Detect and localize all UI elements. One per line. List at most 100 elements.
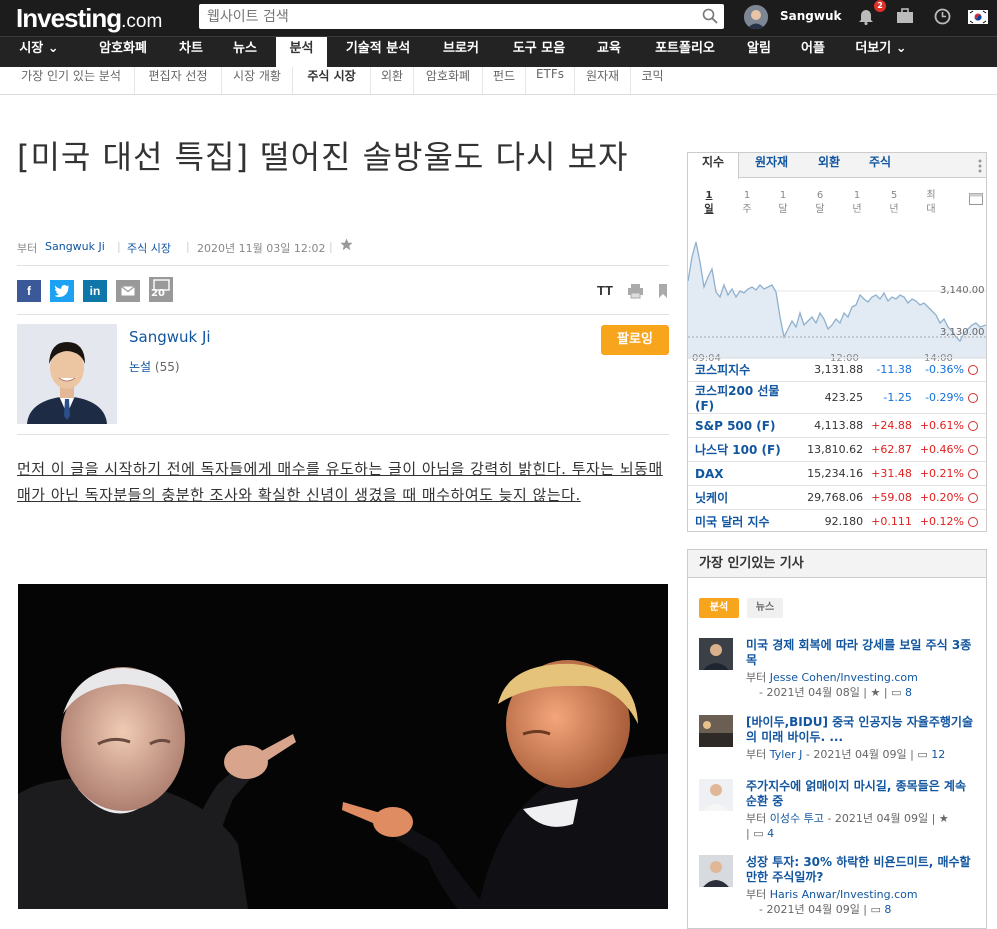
nav-brokers[interactable]: 브로커 [431,37,491,68]
subnav-funds[interactable]: 펀드 [483,67,526,94]
period-1y[interactable]: 1년 [848,189,866,217]
username[interactable]: Sangwuk [780,9,841,23]
index-row[interactable]: S&P 500 (F) 4,113.88 +24.88 +0.61% [688,413,986,438]
nav-tools[interactable]: 도구 모음 [503,37,575,68]
tab-forex[interactable]: 외환 [809,153,849,178]
logo[interactable]: Investing.com [16,3,162,34]
index-name[interactable]: 미국 달러 지수 [688,509,804,534]
more-options-icon[interactable] [978,158,982,177]
nav-analysis[interactable]: 분석 [276,37,327,68]
follow-button[interactable]: 팔로잉 [601,325,669,355]
subnav-comics[interactable]: 코믹 [631,67,674,94]
clock-icon[interactable] [934,8,951,29]
clock-icon [968,365,978,375]
search-box[interactable] [199,4,724,29]
subnav-market-overview[interactable]: 시장 개황 [222,67,293,94]
expand-chart-icon[interactable] [969,190,983,209]
index-row[interactable]: 미국 달러 지수 92.180 +0.111 +0.12% [688,509,986,534]
index-name[interactable]: S&P 500 (F) [688,413,804,438]
category-link[interactable]: 주식 시장 [127,242,171,255]
nav-news[interactable]: 뉴스 [222,37,268,68]
article-author[interactable]: Jesse Cohen/Investing.com [770,671,918,684]
subnav-commodities[interactable]: 원자재 [575,67,631,94]
article-thumbnail[interactable] [699,855,733,887]
comment-count[interactable]: 12 [931,748,945,761]
article-title: [미국 대선 특집] 떨어진 솔방울도 다시 보자 [17,138,629,176]
comment-count[interactable]: 8 [884,903,891,916]
avatar[interactable] [744,5,768,29]
article-title-link[interactable]: [바이두,BIDU] 중국 인공지능 자율주행기술의 미래 바이두. ... [746,715,978,745]
article-author[interactable]: 이성수 투고 [770,812,824,825]
font-size-toggle[interactable]: TT [597,283,613,298]
nav-technical[interactable]: 기술적 분석 [335,37,421,68]
article-thumbnail[interactable] [699,715,733,747]
author-photo[interactable] [17,324,117,424]
index-name[interactable]: 나스닥 100 (F) [688,437,804,462]
linkedin-icon[interactable]: in [83,280,107,302]
nav-portfolio[interactable]: 포트폴리오 [641,37,729,68]
nav-education[interactable]: 교육 [588,37,630,68]
period-1w[interactable]: 1주 [738,189,756,217]
index-name[interactable]: 닛케이 [688,485,804,510]
index-value: 29,768.06 [803,485,868,510]
print-icon[interactable] [627,283,644,303]
author-posts[interactable]: 논설 (55) [129,358,180,375]
period-1d[interactable]: 1일 [700,189,718,217]
author-name[interactable]: Sangwuk Ji [129,328,211,346]
twitter-icon[interactable] [50,280,74,302]
nav-alerts[interactable]: 알림 [739,37,779,68]
star-icon[interactable]: ★ [871,686,881,699]
comment-count[interactable]: 4 [767,827,774,840]
briefcase-icon[interactable] [896,8,914,28]
index-name[interactable]: 코스피200 선물 (F) [688,381,804,414]
nav-crypto[interactable]: 암호화폐 [86,37,160,68]
tab-stocks[interactable]: 주식 [862,153,898,178]
nav-apps[interactable]: 어플 [793,37,833,68]
index-chart[interactable]: 3,140.00 3,130.00 09:04 12:00 14:00 [687,237,987,364]
index-row[interactable]: DAX 15,234.16 +31.48 +0.21% [688,461,986,486]
article-thumbnail[interactable] [699,638,733,670]
period-1m[interactable]: 1달 [774,189,792,217]
tab-indices[interactable]: 지수 [688,153,739,179]
index-row[interactable]: 코스피200 선물 (F) 423.25 -1.25 -0.29% [688,381,986,414]
article-author[interactable]: Haris Anwar/Investing.com [770,888,918,901]
star-icon[interactable] [340,238,353,254]
tab-commodities[interactable]: 원자재 [745,153,798,178]
index-row[interactable]: 나스닥 100 (F) 13,810.62 +62.87 +0.46% [688,437,986,462]
korea-flag-icon[interactable] [968,9,988,28]
nav-markets[interactable]: 시장 ⌄ [8,37,70,68]
period-6m[interactable]: 6달 [811,189,829,217]
period-max[interactable]: 최대 [922,189,940,217]
comments-icon[interactable]: 20 [149,277,173,302]
subnav-stock-market[interactable]: 주식 시장 [293,67,371,94]
article-title-link[interactable]: 미국 경제 회복에 따라 강세를 보일 주식 3종목 [746,638,978,668]
subnav-most-popular[interactable]: 가장 인기 있는 분석 [8,67,135,94]
period-5y[interactable]: 5년 [885,189,903,217]
author-link[interactable]: Sangwuk Ji [45,240,105,253]
nav-more[interactable]: 더보기 ⌄ [848,37,914,68]
popular-tab-news[interactable]: 뉴스 [747,598,783,618]
subnav-etfs[interactable]: ETFs [526,67,575,94]
subnav-crypto[interactable]: 암호화폐 [414,67,483,94]
subnav-forex[interactable]: 외환 [371,67,414,94]
facebook-icon[interactable]: f [17,280,41,302]
search-icon[interactable] [702,8,718,28]
article-thumbnail[interactable] [699,779,733,811]
article-title-link[interactable]: 성장 투자: 30% 하락한 비욘드미트, 매수할 만한 주식일까? [746,855,978,885]
article-title-link[interactable]: 주가지수에 얽매이지 마시길, 종목들은 계속 순환 중 [746,779,978,809]
comment-count[interactable]: 8 [905,686,912,699]
star-icon[interactable]: ★ [939,812,949,825]
bookmark-icon[interactable] [658,283,668,302]
search-input[interactable] [199,4,679,29]
index-name[interactable]: 코스피지수 [688,357,804,382]
share-bar: f in 20 TT [17,266,669,315]
index-row[interactable]: 닛케이 29,768.06 +59.08 +0.20% [688,485,986,510]
index-row[interactable]: 코스피지수 3,131.88 -11.38 -0.36% [688,357,986,382]
subnav-editors-pick[interactable]: 편집자 선정 [135,67,222,94]
mail-icon[interactable] [116,280,140,302]
popular-tab-analysis[interactable]: 분석 [699,598,739,618]
index-name[interactable]: DAX [688,461,804,486]
bell-icon[interactable] [858,8,874,29]
article-author[interactable]: Tyler J [770,748,803,761]
nav-charts[interactable]: 차트 [168,37,214,68]
